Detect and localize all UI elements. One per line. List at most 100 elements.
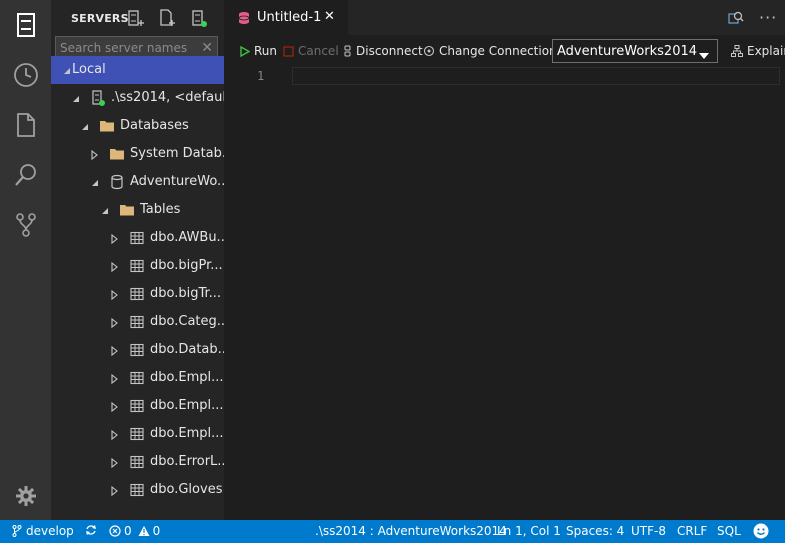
collapsed-arrow-icon[interactable] xyxy=(110,317,120,329)
history-icon[interactable] xyxy=(13,62,39,88)
tab-untitled-1[interactable]: Untitled-1 ✕ xyxy=(224,0,348,35)
disconnect-button[interactable]: Disconnect xyxy=(343,36,423,66)
add-connection-button[interactable] xyxy=(125,8,145,28)
tree-item-label: .\ss2014, <defaul... xyxy=(111,90,224,105)
language-mode[interactable]: SQL xyxy=(717,524,741,538)
cursor-position[interactable]: Ln 1, Col 1 xyxy=(497,524,561,538)
explorer-file-icon[interactable] xyxy=(13,112,39,138)
server-connected-icon xyxy=(90,90,106,106)
line-ending-setting[interactable]: CRLF xyxy=(677,524,707,538)
table-icon xyxy=(129,314,145,330)
collapsed-arrow-icon[interactable] xyxy=(110,345,120,357)
collapsed-arrow-icon[interactable] xyxy=(110,429,120,441)
collapsed-arrow-icon[interactable] xyxy=(110,457,120,469)
tree-item[interactable]: dbo.Empl... xyxy=(51,364,224,392)
change-connection-button[interactable]: Change Connection xyxy=(423,36,557,66)
active-connections-button[interactable] xyxy=(189,8,209,28)
stop-icon xyxy=(283,45,294,57)
tree-item-label: Tables xyxy=(140,202,181,217)
table-icon xyxy=(129,370,145,386)
servers-icon[interactable] xyxy=(13,12,39,38)
tree-item-label: dbo.AWBu... xyxy=(150,230,224,245)
explain-button[interactable]: Explain xyxy=(731,36,785,66)
tree-item-label: dbo.Datab... xyxy=(150,342,224,357)
tab-label: Untitled-1 xyxy=(257,10,322,25)
collapsed-arrow-icon[interactable] xyxy=(110,401,120,413)
tree-item-label: dbo.Empl... xyxy=(150,398,224,413)
tree-item[interactable]: dbo.Datab... xyxy=(51,336,224,364)
tree-item[interactable]: AdventureWo... xyxy=(51,168,224,196)
run-label: Run xyxy=(254,44,278,58)
connection-status[interactable]: .\ss2014 : AdventureWorks2014 xyxy=(315,524,507,538)
feedback-smiley-icon[interactable] xyxy=(753,523,769,539)
source-control-icon[interactable] xyxy=(13,212,39,238)
git-branch-button[interactable]: develop xyxy=(12,524,74,538)
run-button[interactable]: Run xyxy=(240,36,277,66)
change-connection-label: Change Connection xyxy=(439,44,557,58)
tree-item[interactable]: Tables xyxy=(51,196,224,224)
disconnect-label: Disconnect xyxy=(356,44,423,58)
expanded-arrow-icon[interactable] xyxy=(100,205,110,215)
database-icon xyxy=(109,174,125,190)
collapsed-arrow-icon[interactable] xyxy=(110,261,120,273)
explain-icon xyxy=(731,45,743,57)
tree-item[interactable]: dbo.Empl... xyxy=(51,392,224,420)
collapsed-arrow-icon[interactable] xyxy=(90,149,100,161)
tree-item[interactable]: Databases xyxy=(51,112,224,140)
tree-item[interactable]: dbo.AWBu... xyxy=(51,224,224,252)
sql-file-icon xyxy=(238,11,250,28)
tree-item[interactable]: dbo.bigTr... xyxy=(51,280,224,308)
collapsed-arrow-icon[interactable] xyxy=(110,485,120,497)
tree-item-label: dbo.Empl... xyxy=(150,426,224,441)
tree-item[interactable]: dbo.Empl... xyxy=(51,420,224,448)
close-tab-icon[interactable]: ✕ xyxy=(324,9,335,24)
add-server-group-button[interactable] xyxy=(157,8,177,28)
collapsed-arrow-icon[interactable] xyxy=(110,289,120,301)
tree-item[interactable]: dbo.bigPr... xyxy=(51,252,224,280)
search-query-icon[interactable] xyxy=(728,10,744,29)
collapsed-arrow-icon[interactable] xyxy=(110,233,120,245)
problems-button[interactable]: 0 0 xyxy=(109,524,160,538)
expanded-arrow-icon[interactable] xyxy=(80,121,90,131)
tree-item[interactable]: .\ss2014, <defaul... xyxy=(51,84,224,112)
warning-count: 0 xyxy=(152,524,161,538)
more-actions-icon[interactable]: ··· xyxy=(759,8,777,27)
expanded-arrow-icon[interactable] xyxy=(71,93,81,103)
disconnect-icon xyxy=(344,45,351,57)
tree-item[interactable]: dbo.Categ... xyxy=(51,308,224,336)
tree-item[interactable]: dbo.ErrorL... xyxy=(51,448,224,476)
folder-icon xyxy=(109,146,125,162)
warning-icon xyxy=(138,526,150,536)
search-input[interactable] xyxy=(60,39,196,57)
tree-item[interactable]: Local xyxy=(51,56,224,84)
tree-item-label: Databases xyxy=(120,118,189,133)
tree-item-label: dbo.Gloves xyxy=(150,482,223,497)
database-select[interactable]: AdventureWorks2014 xyxy=(552,39,718,63)
run-icon xyxy=(240,45,250,57)
folder-icon xyxy=(119,202,135,218)
git-branch-icon xyxy=(12,525,22,537)
clear-search-icon[interactable]: ✕ xyxy=(201,40,213,56)
sidebar-header: SERVERS xyxy=(51,0,224,36)
tree-item[interactable]: System Datab... xyxy=(51,140,224,168)
cancel-button[interactable]: Cancel xyxy=(283,36,339,66)
sync-icon xyxy=(86,525,96,535)
indentation-setting[interactable]: Spaces: 4 xyxy=(566,524,624,538)
table-icon xyxy=(129,482,145,498)
collapsed-arrow-icon[interactable] xyxy=(110,373,120,385)
code-editor-line[interactable] xyxy=(292,67,780,85)
sync-button[interactable] xyxy=(85,524,97,536)
cancel-label: Cancel xyxy=(298,44,339,58)
search-icon[interactable] xyxy=(13,162,39,188)
tree-item[interactable]: dbo.Gloves xyxy=(51,476,224,504)
settings-gear-icon[interactable] xyxy=(13,483,39,509)
table-icon xyxy=(129,454,145,470)
tree-item-label: System Datab... xyxy=(130,146,224,161)
table-icon xyxy=(129,286,145,302)
expanded-arrow-icon[interactable] xyxy=(62,65,72,75)
expanded-arrow-icon[interactable] xyxy=(90,177,100,187)
activity-bar xyxy=(0,0,51,520)
editor-area: Untitled-1 ✕ ··· Run Cancel Disconnect C… xyxy=(224,0,785,520)
tree-item-label: dbo.Empl... xyxy=(150,370,224,385)
encoding-setting[interactable]: UTF-8 xyxy=(631,524,666,538)
